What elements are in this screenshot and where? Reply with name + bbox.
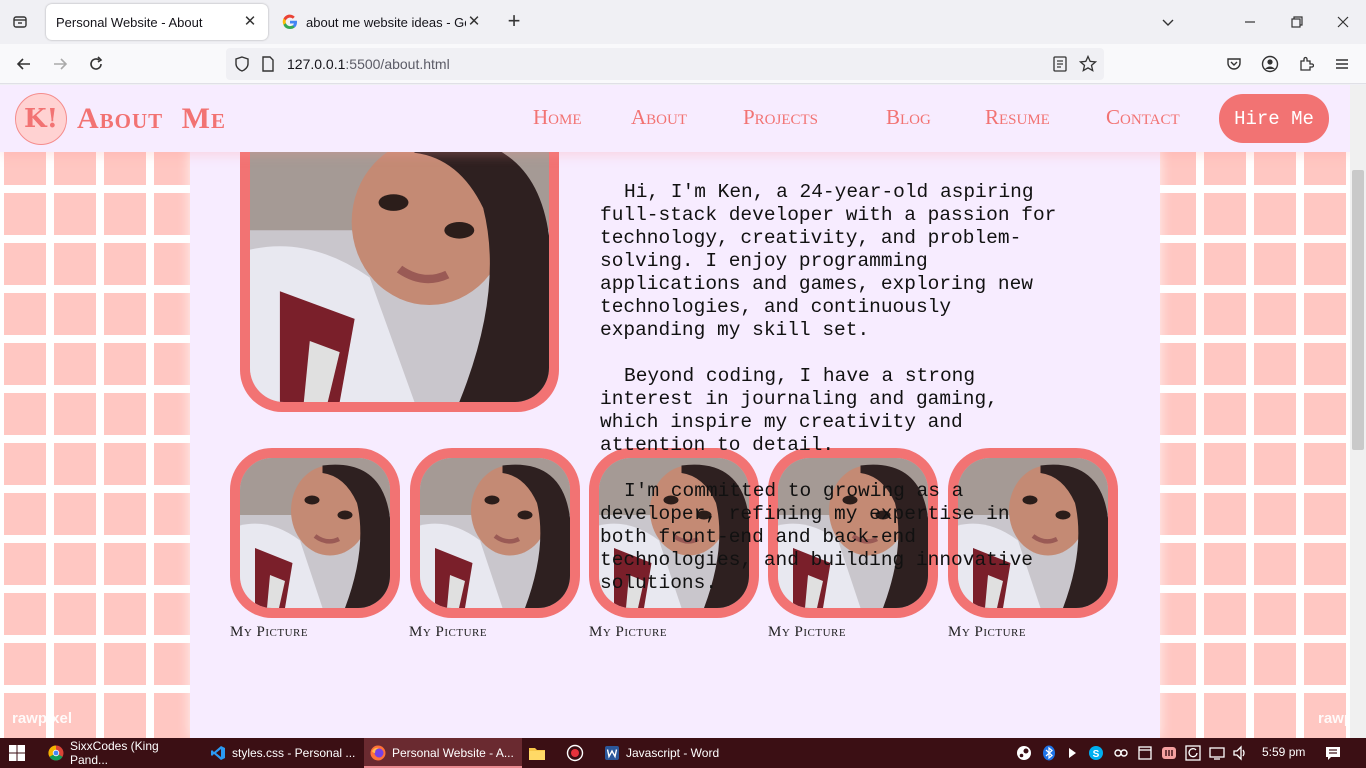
- notifications-icon[interactable]: [1325, 745, 1341, 761]
- gallery-caption: My Picture: [768, 624, 847, 640]
- address-bar[interactable]: 127.0.0.1:5500/about.html: [226, 48, 1104, 80]
- pocket-icon[interactable]: [1220, 50, 1248, 78]
- windows-start-icon[interactable]: [8, 738, 32, 768]
- site-header: K! About Me Home About Projects Blog Res…: [0, 85, 1350, 152]
- tab-title: about me website ideas - Goog: [306, 14, 466, 30]
- taskbar-item-word[interactable]: Javascript - Word: [598, 738, 748, 768]
- gallery-photo-1: [230, 448, 400, 618]
- account-icon[interactable]: [1256, 50, 1284, 78]
- bio-paragraph: Beyond coding, I have a strong interest …: [600, 365, 1010, 456]
- tray-app-icon[interactable]: [1161, 745, 1177, 761]
- menu-icon[interactable]: [1328, 50, 1356, 78]
- new-tab-icon[interactable]: +: [502, 10, 526, 34]
- skype-icon[interactable]: S: [1088, 745, 1104, 761]
- page-viewport: My Picture My Picture My Picture My Pict…: [0, 85, 1350, 738]
- scrollbar-thumb[interactable]: [1352, 170, 1364, 450]
- clock[interactable]: 5:59 pm: [1262, 745, 1305, 759]
- nav-about[interactable]: About: [631, 105, 687, 130]
- nav-projects[interactable]: Projects: [743, 105, 818, 130]
- taskbar-item-chrome[interactable]: SixxCodes (King Pand...: [42, 738, 200, 768]
- watermark: rawpixel: [12, 710, 73, 727]
- google-icon: [282, 14, 297, 30]
- nav-blog[interactable]: Blog: [886, 105, 931, 130]
- gallery-caption: My Picture: [409, 624, 488, 640]
- back-arrow-icon[interactable]: [10, 50, 38, 78]
- taskbar: SixxCodes (King Pand... styles.css - Per…: [0, 738, 1366, 768]
- bio-paragraph: I'm committed to growing as a developer,…: [600, 480, 1045, 594]
- close-window-icon[interactable]: [1327, 6, 1359, 38]
- network-icon[interactable]: [1209, 745, 1225, 761]
- profile-photo-frame: [240, 125, 559, 412]
- chrome-icon: [48, 745, 64, 761]
- tab-close-icon[interactable]: ✕: [242, 14, 258, 30]
- restore-icon[interactable]: [1281, 6, 1313, 38]
- taskbar-item-firefox[interactable]: Personal Website - A...: [364, 738, 522, 768]
- url-text[interactable]: 127.0.0.1:5500/about.html: [287, 56, 450, 72]
- firefox-icon: [370, 745, 386, 761]
- file-explorer-icon[interactable]: [528, 738, 552, 768]
- bluetooth-icon[interactable]: [1041, 745, 1057, 761]
- gallery-image: [240, 458, 390, 608]
- svg-text:S: S: [1093, 749, 1100, 760]
- page-title: About Me: [77, 102, 227, 135]
- gallery-photo-2: [410, 448, 580, 618]
- browser-nav-bar: 127.0.0.1:5500/about.html: [0, 44, 1366, 84]
- hire-me-button[interactable]: Hire Me: [1219, 94, 1329, 143]
- tab-title: Personal Website - About: [56, 14, 203, 30]
- nav-resume[interactable]: Resume: [985, 105, 1050, 130]
- reader-view-icon[interactable]: [1050, 54, 1070, 74]
- bio-text: Hi, I'm Ken, a 24-year-old aspiring full…: [600, 181, 1060, 618]
- taskbar-label: SixxCodes (King Pand...: [69, 739, 159, 767]
- tab-overflow-chevron-icon[interactable]: [1152, 6, 1184, 38]
- tab-google-search[interactable]: about me website ideas - Goog ✕: [272, 4, 492, 40]
- link-icon[interactable]: [1113, 745, 1129, 761]
- taskbar-label: styles.css - Personal ...: [232, 746, 356, 760]
- url-host: 127.0.0.1: [287, 56, 346, 72]
- nav-contact[interactable]: Contact: [1106, 105, 1180, 130]
- page-info-icon[interactable]: [258, 54, 278, 74]
- update-icon[interactable]: [1185, 745, 1201, 761]
- extensions-icon[interactable]: [1292, 50, 1320, 78]
- tab-personal-website[interactable]: Personal Website - About ✕: [46, 4, 268, 40]
- gallery-caption: My Picture: [948, 624, 1027, 640]
- tab-close-icon[interactable]: ✕: [466, 14, 482, 30]
- tray-window-icon[interactable]: [1137, 745, 1153, 761]
- nav-home[interactable]: Home: [533, 105, 582, 130]
- reload-icon[interactable]: [82, 50, 110, 78]
- taskbar-item-vscode[interactable]: styles.css - Personal ...: [204, 738, 362, 768]
- vscode-icon: [211, 746, 225, 760]
- word-icon: [605, 746, 619, 760]
- minimize-icon[interactable]: [1234, 6, 1266, 38]
- bio-paragraph: Hi, I'm Ken, a 24-year-old aspiring full…: [600, 181, 1057, 341]
- page-scrollbar[interactable]: [1350, 85, 1366, 738]
- forward-arrow-icon[interactable]: [46, 50, 74, 78]
- recorder-icon[interactable]: [566, 738, 590, 768]
- taskbar-label: Personal Website - A...: [392, 746, 514, 760]
- tab-list-icon[interactable]: [8, 10, 32, 34]
- volume-icon[interactable]: [1232, 745, 1248, 761]
- url-path: :5500/about.html: [345, 56, 450, 72]
- steam-icon[interactable]: [1016, 745, 1032, 761]
- bookmark-star-icon[interactable]: [1078, 54, 1098, 74]
- gallery-caption: My Picture: [230, 624, 309, 640]
- browser-tab-bar: Personal Website - About ✕ about me webs…: [0, 0, 1366, 44]
- shield-icon[interactable]: [232, 54, 252, 74]
- taskbar-label: Javascript - Word: [626, 746, 720, 760]
- gallery-caption: My Picture: [589, 624, 668, 640]
- play-arrow-icon[interactable]: [1064, 745, 1080, 761]
- watermark: rawpixel: [1318, 710, 1350, 727]
- profile-photo: [250, 125, 549, 402]
- gallery-image: [420, 458, 570, 608]
- site-logo[interactable]: K!: [15, 93, 67, 145]
